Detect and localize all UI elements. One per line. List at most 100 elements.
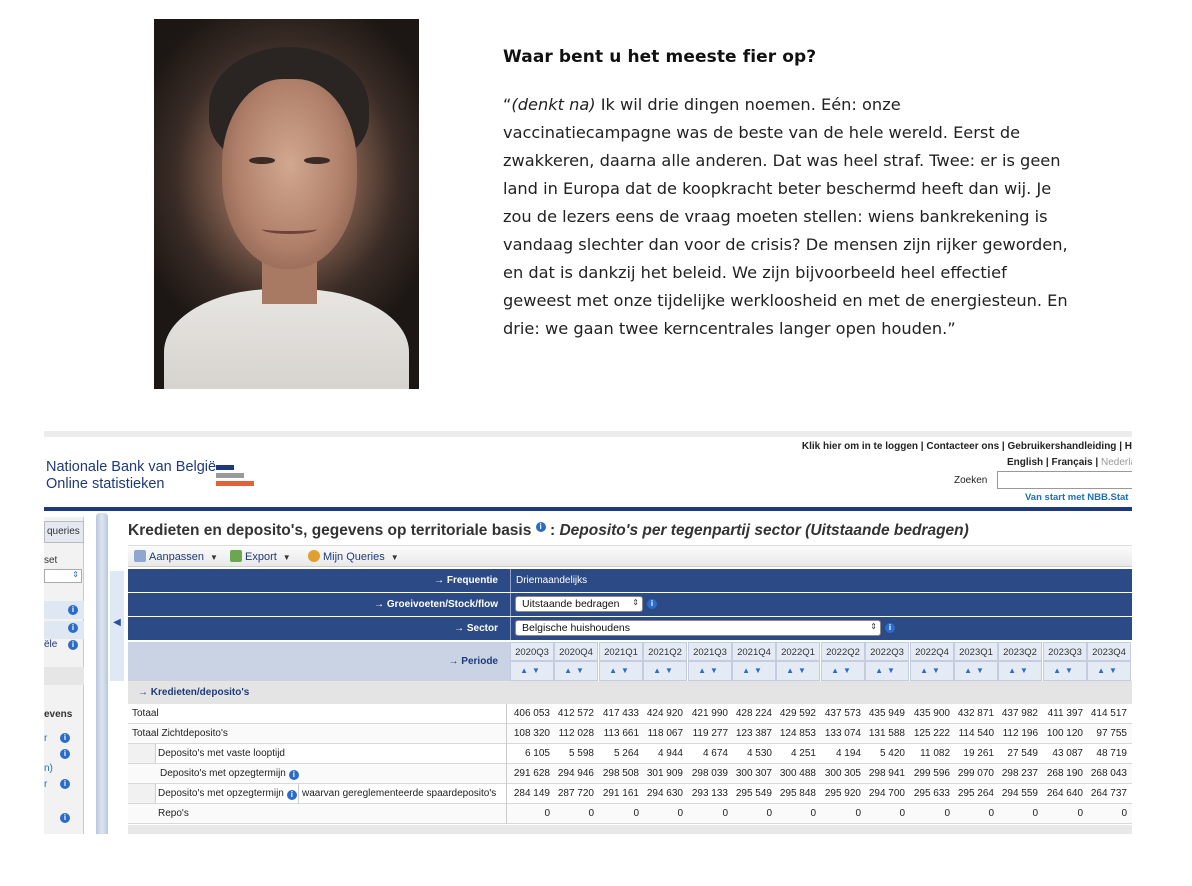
panel-splitter[interactable]: [96, 513, 108, 834]
table-cell: 133 074: [824, 728, 861, 739]
table-cell: 432 871: [957, 708, 994, 719]
info-icon[interactable]: i: [68, 605, 78, 615]
sort-arrows-icon[interactable]: ▲▼: [1043, 661, 1087, 681]
table-cell: 428 224: [735, 708, 772, 719]
brand-line-2: Online statistieken: [46, 476, 165, 492]
table-cell: 294 700: [868, 788, 905, 799]
sort-arrows-icon[interactable]: ▲▼: [510, 661, 554, 681]
row-divider: [506, 704, 507, 724]
sort-arrows-icon[interactable]: ▲▼: [954, 661, 998, 681]
info-icon[interactable]: i: [60, 733, 70, 743]
table-cell: 0: [855, 808, 861, 819]
periode-label: → Periode: [448, 656, 498, 667]
period-header-2023Q4: 2023Q4: [1087, 642, 1131, 661]
left-sidebar: queries set ⇕ i i ële i evens r i i n) r…: [44, 517, 84, 834]
info-icon[interactable]: i: [68, 623, 78, 633]
search-input[interactable]: [997, 471, 1132, 489]
aanpassen-button[interactable]: Aanpassen ▼: [134, 550, 218, 563]
info-icon[interactable]: i: [68, 640, 78, 650]
sidebar-row[interactable]: [44, 621, 84, 639]
table-cell: 412 572: [557, 708, 594, 719]
portrait-face: [222, 79, 357, 269]
sort-arrows-icon[interactable]: ▲▼: [643, 661, 687, 681]
sort-arrows-icon[interactable]: ▲▼: [688, 661, 732, 681]
table-cell: 295 848: [779, 788, 816, 799]
sector-label[interactable]: → Sector: [128, 617, 508, 640]
table-cell: 437 982: [1001, 708, 1038, 719]
table-cell: 300 307: [735, 768, 772, 779]
lang-nederlands[interactable]: Nederla: [1101, 457, 1132, 468]
info-icon[interactable]: i: [288, 770, 299, 780]
info-icon[interactable]: i: [647, 599, 657, 609]
period-header-2021Q2: 2021Q2: [643, 642, 687, 661]
table-cell: 300 305: [824, 768, 861, 779]
row-divider: [298, 784, 299, 804]
periode-header[interactable]: → Periode: [128, 642, 510, 681]
sidebar-row[interactable]: [44, 601, 84, 619]
top-links[interactable]: Klik hier om in te loggen | Contacteer o…: [802, 441, 1132, 452]
sidebar-dataset-select[interactable]: ⇕: [44, 569, 82, 583]
sort-arrows-icon[interactable]: ▲▼: [776, 661, 820, 681]
export-button[interactable]: Export ▼: [230, 550, 291, 563]
mijn-queries-label: Mijn Queries: [323, 551, 385, 563]
table-cell: 429 592: [779, 708, 816, 719]
table-cell: 4 194: [835, 748, 861, 759]
top-strip: [44, 431, 1132, 437]
info-icon[interactable]: i: [60, 749, 70, 759]
portrait-shirt: [164, 289, 409, 389]
table-cell: 119 277: [692, 728, 728, 739]
table-cell: 0: [588, 808, 594, 819]
header-rule: [44, 507, 1132, 511]
sort-arrows-icon[interactable]: ▲▼: [910, 661, 954, 681]
portrait-photo: [154, 19, 419, 389]
info-icon[interactable]: i: [286, 790, 297, 800]
sidebar-item-ele[interactable]: ële: [44, 639, 57, 650]
tab-queries[interactable]: queries: [44, 521, 84, 543]
frequentie-label[interactable]: → Frequentie: [128, 569, 508, 592]
info-icon[interactable]: i: [60, 813, 70, 823]
sidebar-item-r[interactable]: r: [44, 779, 47, 790]
info-icon[interactable]: i: [60, 779, 70, 789]
sort-arrows-icon[interactable]: ▲▼: [1087, 661, 1131, 681]
sector-select[interactable]: Belgische huishoudens ⇕: [515, 620, 881, 636]
table-cell: 435 949: [868, 708, 905, 719]
period-header-2022Q1: 2022Q1: [776, 642, 820, 661]
table-row: Totaal 406 053 412 572 417 433 424 920 421 99…: [128, 704, 1132, 724]
sidebar-item-r[interactable]: r: [44, 733, 47, 744]
nbb-brand[interactable]: Nationale Bank van België Online statist…: [46, 459, 216, 493]
lang-francais[interactable]: Français: [1051, 457, 1092, 468]
period-header-2020Q4: 2020Q4: [554, 642, 598, 661]
info-icon[interactable]: i: [885, 623, 895, 633]
table-cell: 5 264: [613, 748, 639, 759]
info-icon[interactable]: i: [535, 522, 546, 532]
dropdown-caret-icon: ▼: [390, 553, 399, 562]
sort-arrows-icon[interactable]: ▲▼: [554, 661, 598, 681]
period-header-2022Q2: 2022Q2: [821, 642, 865, 661]
table-cell: 124 853: [779, 728, 816, 739]
sort-arrows-icon[interactable]: ▲▼: [821, 661, 865, 681]
table-cell: 291 161: [602, 788, 639, 799]
mijn-queries-button[interactable]: Mijn Queries ▼: [308, 550, 399, 563]
lang-english[interactable]: English: [1007, 457, 1043, 468]
sidebar-item-n[interactable]: n): [44, 763, 53, 774]
select-arrow-icon: ⇕: [72, 570, 79, 579]
groeivoeten-label[interactable]: → Groeivoeten/Stock/flow: [128, 593, 508, 616]
table-cell: 0: [1032, 808, 1038, 819]
period-header-2021Q3: 2021Q3: [688, 642, 732, 661]
table-cell: 294 559: [1001, 788, 1038, 799]
group-kredieten-deposito[interactable]: → Kredieten/deposito's: [128, 681, 1132, 704]
table-cell: 112 028: [558, 728, 594, 739]
start-link[interactable]: Van start met NBB.Stat: [1025, 492, 1128, 503]
sort-arrows-icon[interactable]: ▲▼: [599, 661, 643, 681]
groeivoeten-select[interactable]: Uitstaande bedragen ⇕: [515, 596, 643, 612]
table-cell: 301 909: [646, 768, 683, 779]
table-cell: 6 105: [524, 748, 550, 759]
sort-arrows-icon[interactable]: ▲▼: [865, 661, 909, 681]
sort-arrows-icon[interactable]: ▲▼: [998, 661, 1042, 681]
table-cell: 4 674: [702, 748, 728, 759]
collapse-panel-button[interactable]: ◀: [110, 571, 124, 681]
table-cell: 5 420: [879, 748, 905, 759]
table-cell: 0: [766, 808, 772, 819]
sort-arrows-icon[interactable]: ▲▼: [732, 661, 776, 681]
row-label: Deposito's met vaste looptijd: [158, 748, 285, 759]
